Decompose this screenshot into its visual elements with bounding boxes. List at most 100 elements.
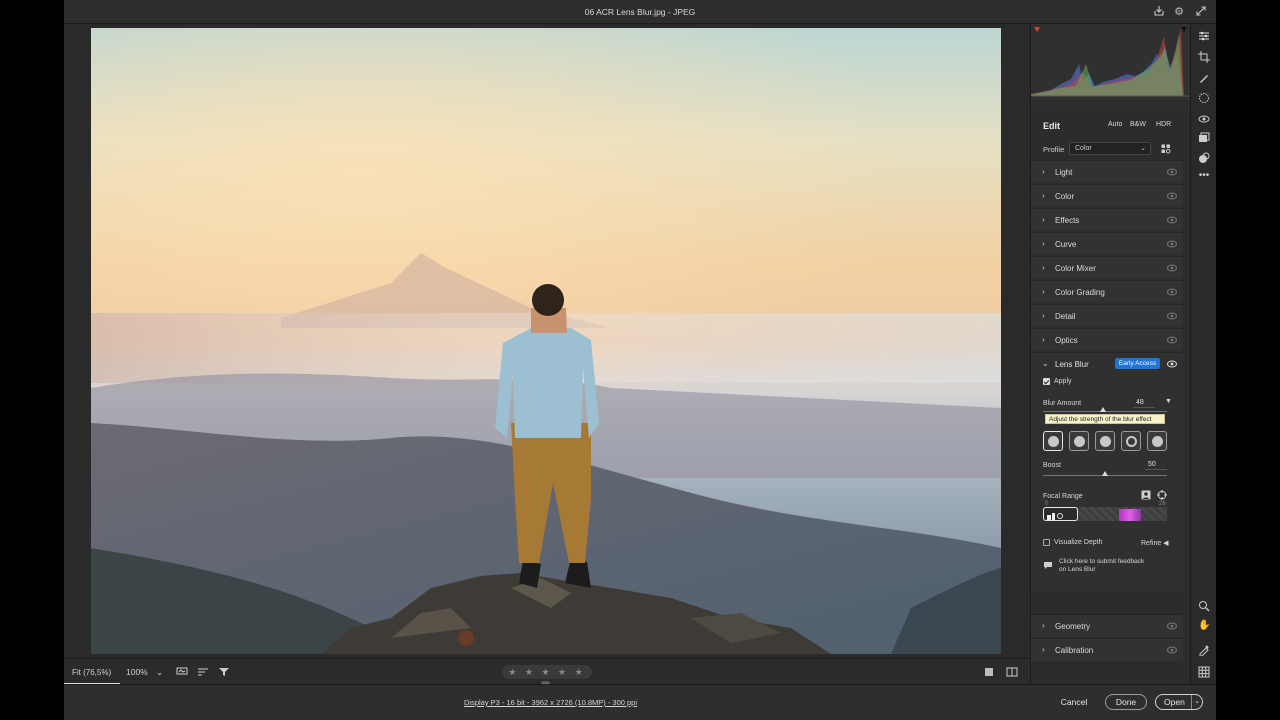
- edit-title: Edit: [1043, 121, 1060, 131]
- rating-stars[interactable]: ★ ★ ★ ★ ★ 🗑: [502, 665, 592, 691]
- open-button[interactable]: Open ⌄: [1155, 694, 1203, 710]
- eye-icon[interactable]: [1167, 168, 1177, 176]
- eye-icon[interactable]: [1167, 192, 1177, 200]
- focal-range-bar[interactable]: [1043, 507, 1167, 521]
- chevron-right-icon: ›: [1042, 311, 1045, 320]
- highlight-clipping-icon: [1181, 27, 1187, 32]
- bokeh-circle-button[interactable]: [1043, 431, 1063, 451]
- section-label: Light: [1055, 168, 1073, 177]
- section-calibration[interactable]: › Calibration: [1031, 638, 1183, 661]
- expand-icon[interactable]: [1194, 5, 1208, 19]
- section-color-mixer[interactable]: › Color Mixer: [1031, 256, 1183, 279]
- eye-icon[interactable]: [1167, 216, 1177, 224]
- bw-button[interactable]: B&W: [1127, 120, 1149, 129]
- section-optics[interactable]: › Optics: [1031, 328, 1183, 351]
- masking-icon[interactable]: [1198, 92, 1210, 104]
- more-icon[interactable]: •••: [1198, 170, 1210, 182]
- apply-checkbox[interactable]: [1043, 378, 1050, 385]
- eye-icon[interactable]: [1167, 646, 1177, 654]
- visualize-depth-label: Visualize Depth: [1054, 539, 1103, 546]
- eye-icon[interactable]: [1167, 312, 1177, 320]
- edit-header: Edit Auto B&W HDR: [1031, 110, 1183, 138]
- eye-icon[interactable]: [1167, 336, 1177, 344]
- bokeh-bubble-button[interactable]: [1069, 431, 1089, 451]
- blur-amount-tooltip: Adjust the strength of the blur effect: [1045, 414, 1165, 424]
- histogram: [1031, 24, 1191, 100]
- gear-icon[interactable]: ⚙: [1172, 5, 1186, 19]
- eye-icon[interactable]: [1167, 240, 1177, 248]
- refine-button[interactable]: Refine ◀: [1141, 539, 1169, 547]
- boost-value[interactable]: 50: [1145, 460, 1167, 470]
- presets-icon[interactable]: [1198, 152, 1210, 164]
- fit-zoom-label: Fit (76,5%): [72, 668, 112, 677]
- blur-amount-thumb[interactable]: [1099, 407, 1106, 412]
- section-effects[interactable]: › Effects: [1031, 208, 1183, 231]
- bokeh-blade-button[interactable]: [1095, 431, 1115, 451]
- right-panel: Edit Auto B&W HDR Profile Color ⌄ › Ligh…: [1030, 24, 1191, 684]
- visualize-depth-checkbox[interactable]: [1043, 539, 1050, 546]
- view-single-icon[interactable]: [984, 667, 994, 679]
- chevron-right-icon: ›: [1042, 287, 1045, 296]
- focal-range-selection[interactable]: [1043, 507, 1078, 521]
- chevron-right-icon: ›: [1042, 645, 1045, 654]
- section-light[interactable]: › Light: [1031, 160, 1183, 183]
- blur-amount-value[interactable]: 48: [1133, 398, 1155, 408]
- chevron-right-icon: ›: [1042, 263, 1045, 272]
- feedback-link[interactable]: Click here to submit feedback on Lens Bl…: [1031, 551, 1183, 581]
- chevron-right-icon: ›: [1042, 191, 1045, 200]
- photo-preview[interactable]: [91, 28, 1001, 654]
- eyedropper-icon[interactable]: [1198, 644, 1210, 657]
- snapshots-icon[interactable]: [1198, 132, 1210, 144]
- healing-brush-icon[interactable]: [1198, 72, 1210, 84]
- section-curve[interactable]: › Curve: [1031, 232, 1183, 255]
- zoom-icon[interactable]: [1198, 600, 1210, 612]
- before-after-icon[interactable]: [1006, 667, 1018, 679]
- section-label: Color Grading: [1055, 288, 1105, 297]
- filmstrip-icon[interactable]: [176, 667, 188, 679]
- image-info-link[interactable]: Display P3 - 16 bit - 3962 x 2726 (10.8M…: [464, 698, 637, 707]
- eye-icon[interactable]: [1167, 622, 1177, 630]
- section-color[interactable]: › Color: [1031, 184, 1183, 207]
- zoom-dropdown-icon[interactable]: ⌄: [156, 667, 163, 678]
- subject-focus-icon[interactable]: [1141, 490, 1151, 502]
- camera-raw-window: 06 ACR Lens Blur.jpg - JPEG ⚙ Fit (76,5%…: [64, 0, 1216, 720]
- section-color-grading[interactable]: › Color Grading: [1031, 280, 1183, 303]
- section-label: Calibration: [1055, 646, 1094, 655]
- auto-button[interactable]: Auto: [1105, 120, 1125, 129]
- edit-sliders-icon[interactable]: [1198, 30, 1210, 42]
- bokeh-ring-button[interactable]: [1121, 431, 1141, 451]
- zoom-100-button[interactable]: 100%: [126, 667, 148, 677]
- hand-icon[interactable]: ✋: [1198, 620, 1210, 632]
- crop-icon[interactable]: [1198, 51, 1210, 63]
- section-geometry[interactable]: › Geometry: [1031, 614, 1183, 637]
- chevron-down-icon[interactable]: ⌄: [1191, 695, 1202, 709]
- apply-label: Apply: [1054, 378, 1072, 385]
- eye-icon[interactable]: [1167, 264, 1177, 272]
- triangle-down-icon[interactable]: ▼: [1165, 398, 1172, 405]
- cancel-button[interactable]: Cancel: [1054, 694, 1094, 710]
- section-label: Optics: [1055, 336, 1078, 345]
- bokeh-cateye-button[interactable]: [1147, 431, 1167, 451]
- section-detail[interactable]: › Detail: [1031, 304, 1183, 327]
- done-button[interactable]: Done: [1105, 694, 1147, 710]
- profile-label: Profile: [1043, 145, 1065, 154]
- eye-icon[interactable]: [1167, 288, 1177, 296]
- eye-icon[interactable]: [1167, 360, 1177, 368]
- edit-panel: Edit Auto B&W HDR Profile Color ⌄ › Ligh…: [1031, 110, 1191, 684]
- grid-icon[interactable]: [1198, 666, 1210, 678]
- profile-row: Profile Color ⌄: [1031, 140, 1183, 158]
- chevron-right-icon: ›: [1042, 621, 1045, 630]
- filter-icon[interactable]: [218, 667, 230, 679]
- fit-zoom-button[interactable]: Fit (76,5%): [64, 659, 120, 685]
- save-icon[interactable]: [1152, 5, 1166, 19]
- zoom-100-label: 100%: [126, 667, 148, 677]
- hdr-button[interactable]: HDR: [1153, 120, 1174, 129]
- boost-thumb[interactable]: [1102, 471, 1108, 476]
- sort-icon[interactable]: [197, 667, 209, 679]
- bokeh-circle-icon: [1048, 436, 1059, 447]
- profile-select[interactable]: Color ⌄: [1069, 142, 1151, 155]
- red-eye-icon[interactable]: [1198, 113, 1210, 125]
- profile-browser-icon[interactable]: [1161, 144, 1171, 154]
- bokeh-cateye-icon: [1152, 436, 1163, 447]
- image-canvas[interactable]: [64, 24, 1030, 658]
